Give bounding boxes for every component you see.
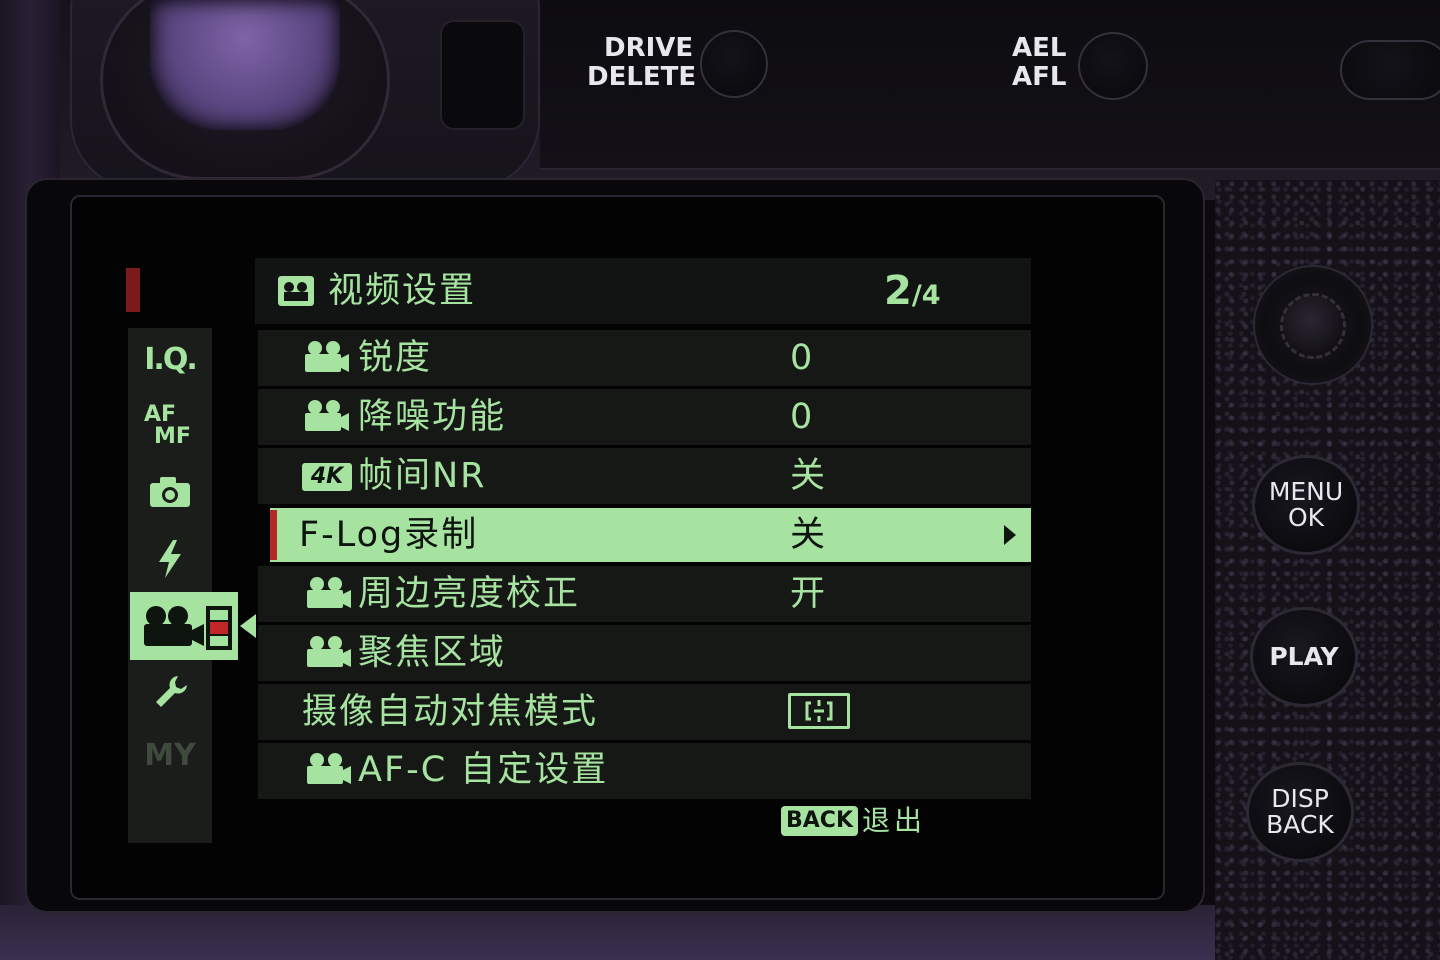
eye-sensor [440,20,525,130]
menu-value-flog-recording: 关 [790,515,826,555]
sidebar-item-flash[interactable] [128,538,212,580]
disp-back-button[interactable]: DISP BACK [1246,762,1354,862]
sidebar-item-image-quality[interactable]: I.Q. [128,340,212,380]
my-menu-icon: MY [144,738,196,773]
camera-bottom-body [0,905,1215,960]
page-indicator: 2/4 [884,268,941,314]
menu-label-interframe-nr: 帧间NR [358,456,487,496]
sidebar-item-af-mf[interactable]: AF MF [128,403,212,453]
disp-label: DISP [1271,784,1329,813]
focus-lever[interactable] [1280,293,1346,359]
page-total: /4 [911,280,941,311]
movie-camera-icon [305,341,349,372]
movie-settings-icon [278,276,314,306]
4k-icon: 4K [302,463,352,491]
movie-camera-icon [144,606,232,650]
movie-camera-icon [307,753,351,784]
menu-value-noise-reduction: 0 [790,397,813,437]
movie-camera-icon [305,400,349,431]
sidebar-item-setup[interactable] [128,672,212,712]
selection-marker [270,510,277,560]
menu-label-sharpness: 锐度 [358,338,433,378]
afl-label: AFL [1012,62,1067,92]
menu-label-noise-reduction: 降噪功能 [358,397,507,437]
sidebar-item-my-menu[interactable]: MY [128,736,212,776]
category-indicator [126,268,140,312]
flash-icon [159,540,181,578]
play-label: PLAY [1269,642,1339,671]
wrench-icon [156,676,187,707]
menu-label-movie-af-mode: 摄像自动对焦模式 [302,692,599,732]
ael-afl-button[interactable] [1078,32,1148,100]
back-label: BACK [1266,810,1334,839]
af-mf-icon: AF MF [144,402,191,449]
sidebar-item-movie[interactable] [130,592,238,660]
category-pointer-icon [240,614,256,638]
rear-command-dial[interactable] [1340,40,1440,100]
ael-label: AEL [1012,33,1067,63]
drive-delete-button[interactable] [700,30,768,98]
menu-ok-button[interactable]: MENU OK [1252,455,1360,555]
page-current: 2 [884,268,912,314]
menu-label: MENU [1268,477,1344,506]
drive-label: DRIVE [604,33,694,63]
back-exit-label: 退出 [862,804,927,837]
ok-label: OK [1287,503,1325,532]
sidebar-item-shooting[interactable] [128,475,212,511]
page-title: 视频设置 [328,271,477,311]
menu-value-peripheral-light-correction: 开 [790,574,826,614]
delete-label: DELETE [587,62,697,92]
menu-value-interframe-nr: 关 [790,456,826,496]
menu-value-sharpness: 0 [790,338,813,378]
movie-camera-icon [307,636,351,667]
menu-label-peripheral-light-correction: 周边亮度校正 [358,574,581,614]
menu-label-afc-custom: AF-C 自定设置 [358,750,609,790]
movie-camera-icon [307,577,351,608]
menu-label-focus-area: 聚焦区域 [358,633,507,673]
submenu-arrow-icon [1004,525,1016,545]
viewfinder-glass [150,0,340,130]
image-quality-icon: I.Q. [144,342,197,377]
camera-icon [150,477,190,507]
af-area-mode-icon [788,693,850,729]
menu-label-flog-recording: F-Log录制 [299,515,479,555]
play-button[interactable]: PLAY [1250,607,1358,707]
back-button-badge: BACK [781,806,858,836]
